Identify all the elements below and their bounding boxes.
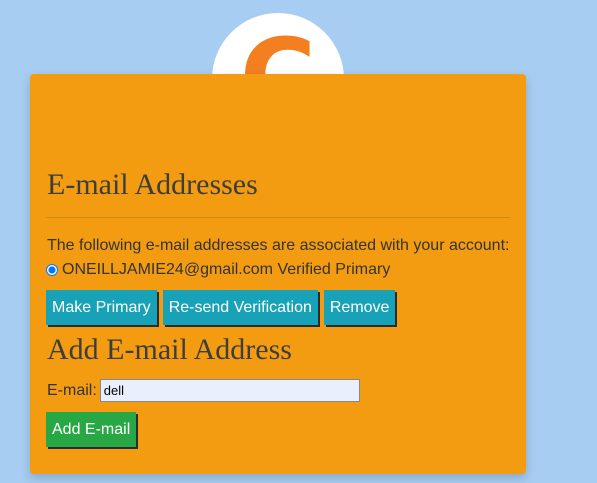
resend-verification-button[interactable]: Re-send Verification (162, 290, 318, 325)
remove-button[interactable]: Remove (323, 290, 396, 325)
email-actions: Make Primary Re-send Verification Remove (46, 290, 396, 325)
email-field-label: E-mail: (47, 381, 97, 399)
add-email-button[interactable]: Add E-mail (46, 412, 137, 447)
email-address: ONEILLJAMIE24@gmail.com (62, 261, 273, 278)
add-email-title: Add E-mail Address (47, 333, 292, 366)
email-radio[interactable] (46, 264, 58, 276)
email-list-item[interactable]: ONEILLJAMIE24@gmail.com Verified Primary (46, 261, 390, 279)
email-field-row: E-mail: (47, 379, 360, 402)
divider (46, 217, 510, 218)
email-input[interactable] (99, 379, 360, 402)
email-card: E-mail Addresses The following e-mail ad… (30, 74, 526, 474)
email-status: Verified Primary (277, 261, 391, 278)
page-title: E-mail Addresses (47, 168, 258, 201)
make-primary-button[interactable]: Make Primary (46, 290, 157, 325)
intro-text: The following e-mail addresses are assoc… (47, 237, 510, 254)
